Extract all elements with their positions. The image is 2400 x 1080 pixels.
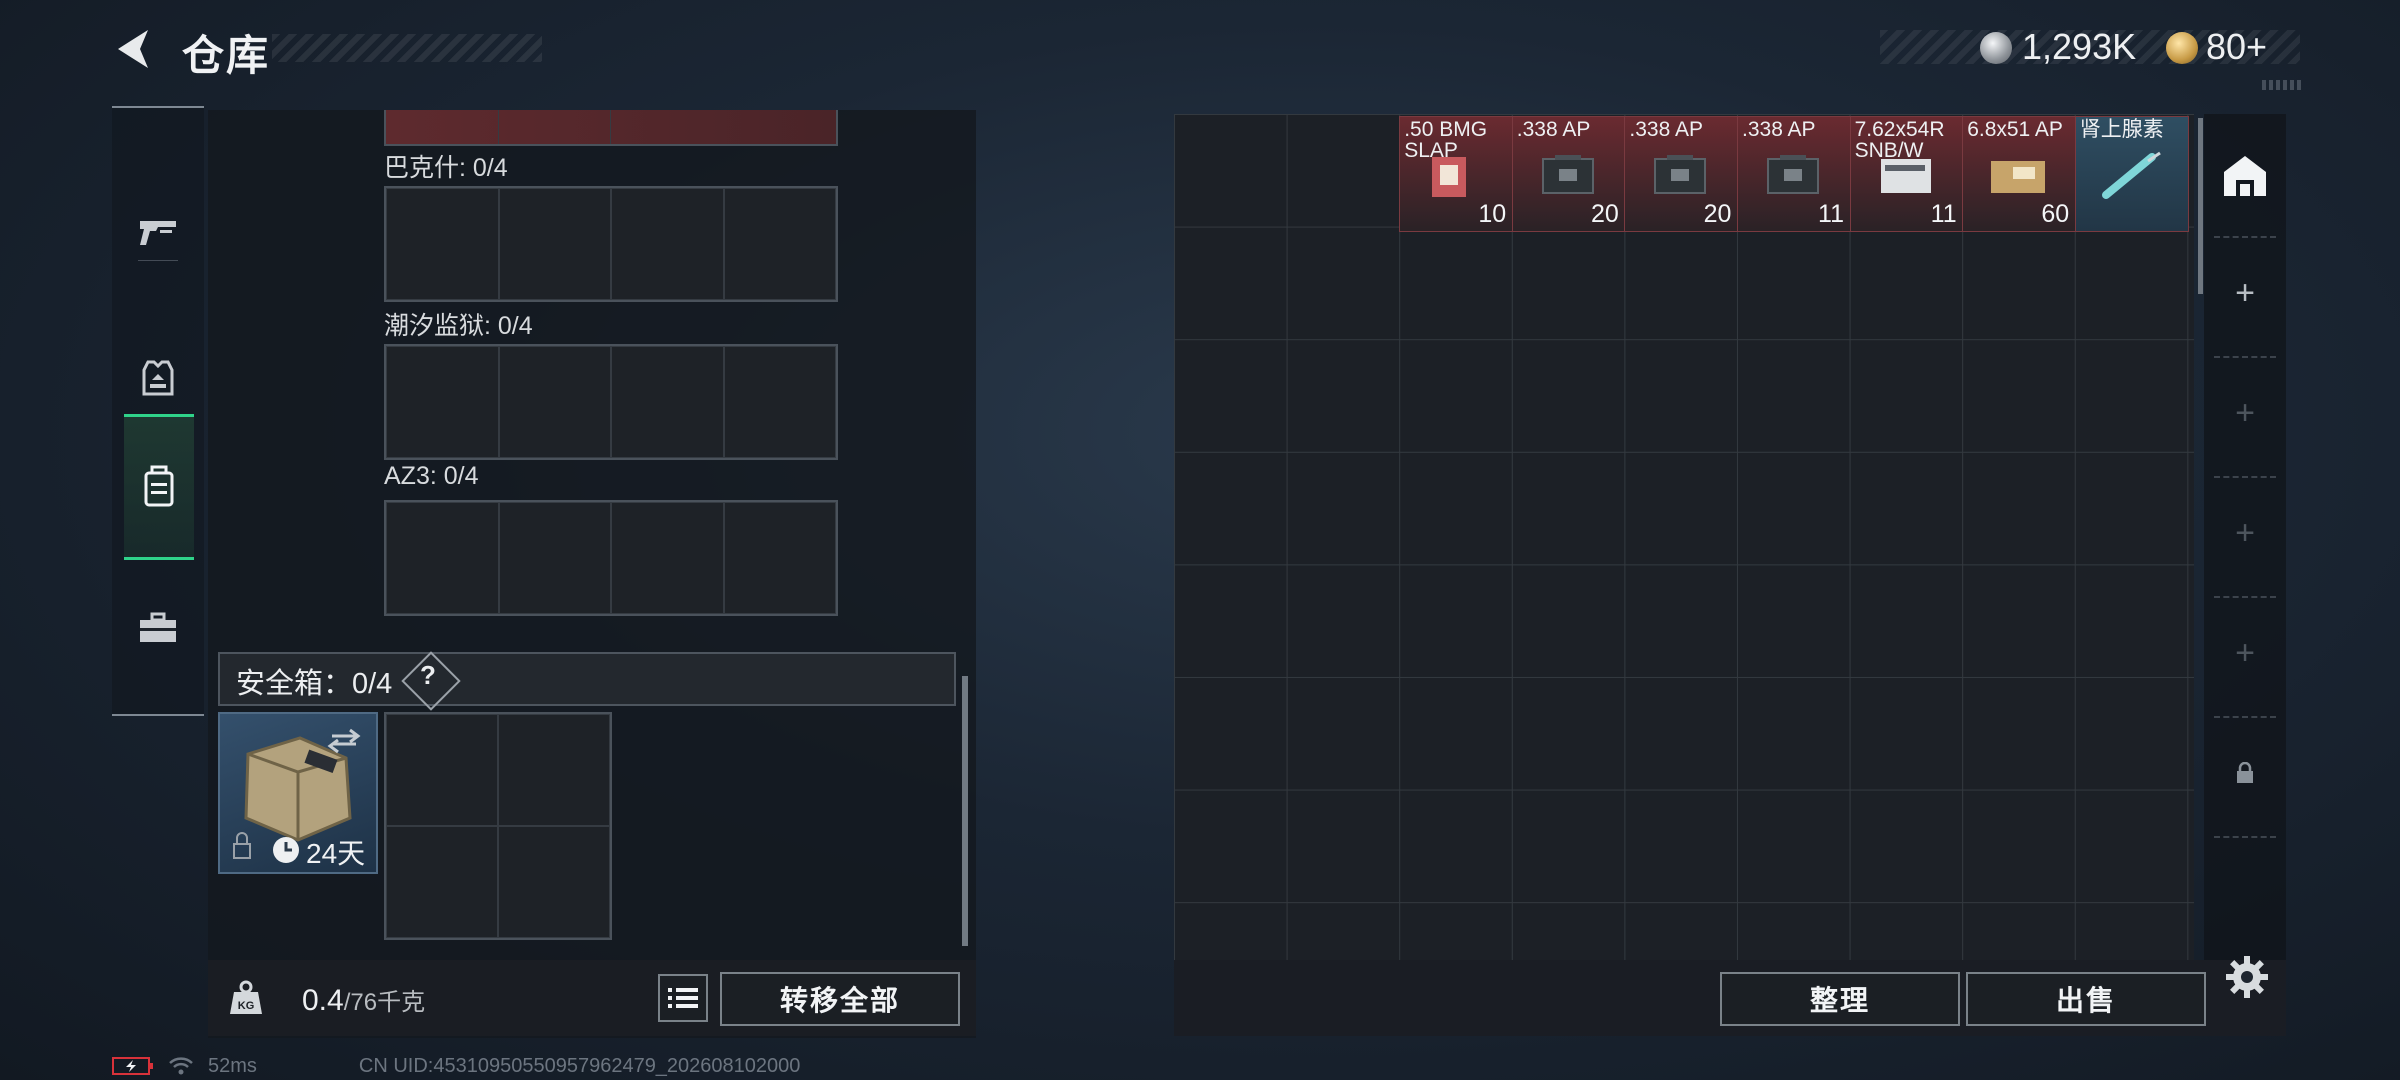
safe-box-slots[interactable] xyxy=(384,712,612,940)
safe-box-duration: 24天 xyxy=(306,838,366,869)
stash-item-name: 6.8x51 AP xyxy=(1967,118,2063,141)
help-icon[interactable]: ? xyxy=(420,660,436,691)
stash-item[interactable]: .338 AP 20 xyxy=(1624,116,1739,232)
add-stash-page-icon[interactable]: + xyxy=(2204,274,2286,313)
status-bar: 52ms CN UID:45310950550957962479_2026081… xyxy=(112,1054,800,1078)
stash-grid-panel xyxy=(1174,114,2194,960)
container-label: 巴克什: 0/4 xyxy=(384,154,508,182)
tab-backpack[interactable] xyxy=(124,414,194,560)
stash-item-name: 7.62x54R SNB/W xyxy=(1854,118,1945,162)
stash-scrollbar[interactable] xyxy=(2198,118,2203,294)
stash-grid[interactable] xyxy=(1174,114,2194,960)
stash-page-sidebar: + + + + xyxy=(2204,114,2286,960)
add-stash-page-icon[interactable]: + xyxy=(2204,634,2286,673)
user-id: CN UID:45310950550957962479_202608102000 xyxy=(358,1054,801,1077)
tab-toolbox[interactable] xyxy=(112,558,204,698)
syringe-icon xyxy=(2101,151,2161,199)
container-slots-tidal-prison[interactable] xyxy=(384,344,838,460)
container-label: AZ3: 0/4 xyxy=(384,462,479,490)
transfer-all-button[interactable]: 转移全部 xyxy=(720,972,960,1026)
gold-currency-amount[interactable]: 80+ xyxy=(2206,26,2267,68)
tab-weapons[interactable] xyxy=(112,162,204,302)
weight-icon: KG xyxy=(230,980,262,1014)
toolbox-icon xyxy=(140,612,176,642)
stash-item[interactable]: 7.62x54R SNB/W 11 xyxy=(1849,116,1964,232)
header-decoration xyxy=(2262,80,2302,90)
list-icon xyxy=(668,988,698,1008)
vest-icon xyxy=(142,360,174,396)
stash-item-count: 60 xyxy=(2041,200,2070,228)
stash-item-name: .338 AP xyxy=(1516,118,1591,141)
pistol-icon xyxy=(140,221,176,245)
container-slots-az3[interactable] xyxy=(384,500,838,616)
ping-readout: 52ms xyxy=(208,1054,257,1077)
stash-item[interactable]: .338 AP 11 xyxy=(1737,116,1851,232)
ammo-box-icon xyxy=(1541,155,1594,194)
add-stash-page-icon[interactable]: + xyxy=(2204,394,2286,433)
silver-coin-icon xyxy=(1980,32,2012,64)
left-panel-scrollbar[interactable] xyxy=(962,676,968,946)
stash-item-count: 11 xyxy=(1818,200,1844,228)
category-sidebar xyxy=(112,106,204,716)
title-decoration xyxy=(272,34,542,62)
stash-item-name: .50 BMG SLAP xyxy=(1404,118,1488,162)
safe-box-label: 安全箱：0/4 xyxy=(236,668,393,700)
silver-currency-amount: 1,293K xyxy=(2022,26,2137,67)
stash-item-name: 肾上腺素 xyxy=(2079,118,2164,141)
settings-gear-icon[interactable] xyxy=(2224,954,2270,1000)
lock-icon xyxy=(2237,762,2253,783)
add-stash-page-icon[interactable]: + xyxy=(2204,514,2286,553)
partial-container-row xyxy=(384,110,838,146)
weight-value: 0.4 xyxy=(302,984,344,1017)
stash-item[interactable]: 6.8x51 AP 60 xyxy=(1962,116,2077,232)
list-view-button[interactable] xyxy=(658,974,708,1022)
stash-item-name: .338 AP xyxy=(1742,118,1816,141)
stash-item[interactable]: .50 BMG SLAP 10 xyxy=(1399,116,1514,232)
stash-item[interactable]: 肾上腺素 xyxy=(2074,116,2189,232)
weight-readout: 0.4/76千克 xyxy=(302,982,425,1018)
container-slots-bakesh[interactable] xyxy=(384,186,838,302)
container-label: 潮汐监狱: 0/4 xyxy=(384,312,533,340)
sell-button[interactable]: 出售 xyxy=(1966,972,2206,1026)
ammo-box-icon xyxy=(1991,161,2046,193)
stash-item-count: 20 xyxy=(1590,200,1619,228)
stash-item-name: .338 AP xyxy=(1629,118,1703,141)
stash-item-count: 10 xyxy=(1478,200,1507,228)
gold-coin-icon xyxy=(2166,32,2198,64)
back-arrow-icon[interactable] xyxy=(112,26,154,72)
battery-charging-icon xyxy=(112,1057,153,1075)
weight-capacity: /76千克 xyxy=(343,989,426,1016)
ammo-box-icon xyxy=(1767,155,1819,194)
stash-item-count: 11 xyxy=(1930,200,1957,228)
wifi-icon xyxy=(169,1057,193,1075)
page-title: 仓库 xyxy=(182,32,271,79)
ammo-box-icon xyxy=(1654,155,1707,194)
organize-button[interactable]: 整理 xyxy=(1720,972,1960,1026)
weight-badge: KG xyxy=(238,1000,255,1012)
safe-box-item[interactable]: 24天 xyxy=(218,712,378,874)
stash-item-count: 20 xyxy=(1703,200,1732,228)
stash-item[interactable]: .338 AP 20 xyxy=(1511,116,1626,232)
warehouse-icon[interactable] xyxy=(2220,150,2270,200)
backpack-icon xyxy=(144,465,174,507)
